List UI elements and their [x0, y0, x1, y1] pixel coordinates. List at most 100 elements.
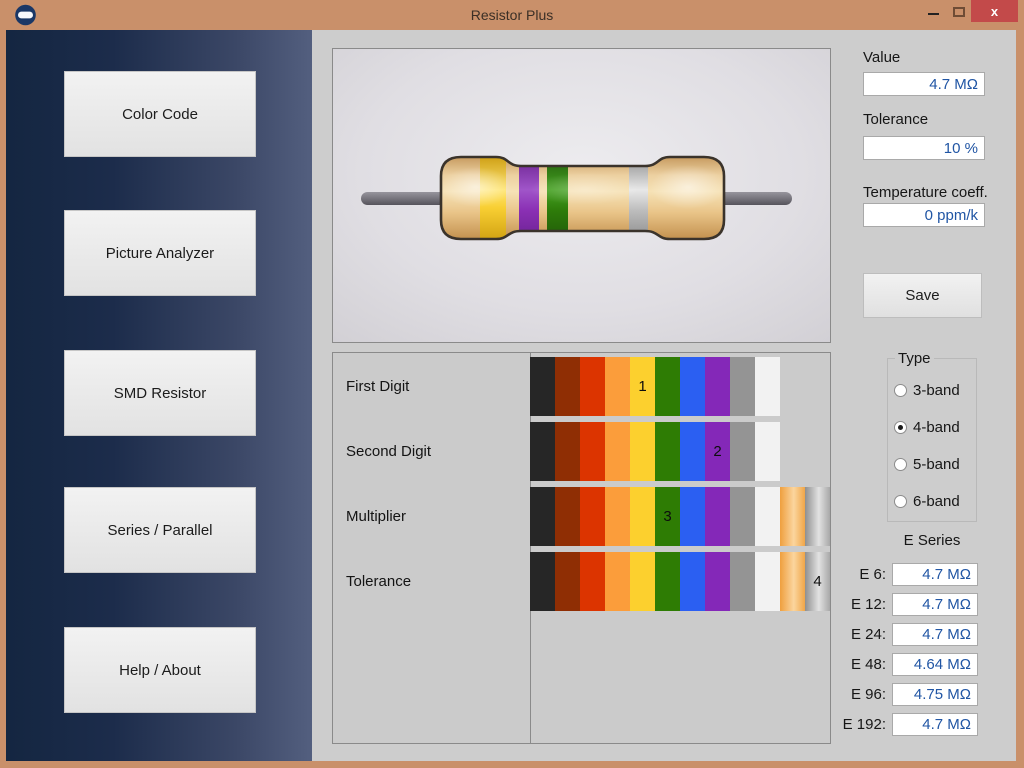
e-series-field-e-24[interactable] — [892, 623, 978, 646]
tolerance-color-red[interactable] — [580, 552, 605, 611]
radio-6-band[interactable]: 6-band — [894, 493, 960, 509]
save-button[interactable]: Save — [863, 273, 982, 318]
tolerance-field[interactable] — [863, 136, 985, 160]
multiplier-color-green[interactable]: 3 — [655, 487, 680, 546]
multiplier-color-brown[interactable] — [555, 487, 580, 546]
value-label: Value — [863, 49, 900, 66]
e-series-field-e-192[interactable] — [892, 713, 978, 736]
second-digit-color-brown[interactable] — [555, 422, 580, 481]
band-row-strips-second-digit: 2 — [530, 422, 780, 481]
e-series-label-e-192: E 192: — [800, 716, 886, 733]
first-digit-color-white[interactable] — [755, 357, 780, 416]
tolerance-color-violet[interactable] — [705, 552, 730, 611]
second-digit-color-violet[interactable]: 2 — [705, 422, 730, 481]
e-series-field-e-6[interactable] — [892, 563, 978, 586]
tolerance-color-blue[interactable] — [680, 552, 705, 611]
radio-label-5-band: 5-band — [913, 456, 960, 473]
tolerance-label: Tolerance — [863, 111, 928, 128]
close-icon: x — [991, 4, 998, 19]
sidebar: Color Code Picture Analyzer SMD Resistor Se… — [6, 30, 312, 761]
e-series-title: E Series — [887, 532, 977, 549]
first-digit-color-orange[interactable] — [605, 357, 630, 416]
second-digit-color-grey[interactable] — [730, 422, 755, 481]
first-digit-color-red[interactable] — [580, 357, 605, 416]
radio-circle-3-band[interactable] — [894, 384, 907, 397]
radio-label-3-band: 3-band — [913, 382, 960, 399]
app-window: Resistor Plus x Color Code Picture Analyz… — [0, 0, 1024, 768]
e-series-field-e-12[interactable] — [892, 593, 978, 616]
multiplier-color-blue[interactable] — [680, 487, 705, 546]
resistor-band-violet — [519, 149, 539, 249]
first-digit-color-black[interactable] — [530, 357, 555, 416]
minimize-button[interactable] — [920, 0, 946, 22]
first-digit-color-brown[interactable] — [555, 357, 580, 416]
band-row-strips-first-digit: 1 — [530, 357, 780, 416]
selected-band-marker: 1 — [630, 357, 655, 416]
resistor-illustration — [333, 49, 830, 342]
sidebar-button-smd-resistor[interactable]: SMD Resistor — [64, 350, 256, 436]
title-bar: Resistor Plus x — [0, 0, 1024, 30]
first-digit-color-blue[interactable] — [680, 357, 705, 416]
temperature-coeff-field[interactable] — [863, 203, 985, 227]
multiplier-color-gold[interactable] — [780, 487, 805, 546]
sidebar-button-series-parallel[interactable]: Series / Parallel — [64, 487, 256, 573]
sidebar-button-picture-analyzer[interactable]: Picture Analyzer — [64, 210, 256, 296]
multiplier-color-orange[interactable] — [605, 487, 630, 546]
multiplier-color-grey[interactable] — [730, 487, 755, 546]
window-title: Resistor Plus — [0, 0, 1024, 30]
multiplier-color-violet[interactable] — [705, 487, 730, 546]
close-button[interactable]: x — [971, 0, 1018, 22]
value-field[interactable] — [863, 72, 985, 96]
sidebar-button-color-code[interactable]: Color Code — [64, 71, 256, 157]
first-digit-color-grey[interactable] — [730, 357, 755, 416]
e-series-label-e-96: E 96: — [800, 686, 886, 703]
e-series-label-e-6: E 6: — [800, 566, 886, 583]
tolerance-color-brown[interactable] — [555, 552, 580, 611]
second-digit-color-white[interactable] — [755, 422, 780, 481]
resistor-band-silver — [629, 149, 648, 249]
tolerance-color-grey[interactable] — [730, 552, 755, 611]
type-groupbox-legend: Type — [895, 350, 934, 367]
band-row-label-second-digit: Second Digit — [346, 422, 431, 481]
maximize-icon — [953, 7, 965, 17]
multiplier-color-white[interactable] — [755, 487, 780, 546]
tolerance-color-white[interactable] — [755, 552, 780, 611]
temperature-coeff-label: Temperature coeff. — [863, 184, 988, 201]
band-row-label-tolerance: Tolerance — [346, 552, 411, 611]
tolerance-color-orange[interactable] — [605, 552, 630, 611]
tolerance-color-green[interactable] — [655, 552, 680, 611]
band-selector-panel: First Digit 1 Second Digit 2 Multiplier 3 Tole… — [332, 352, 831, 744]
radio-circle-4-band[interactable] — [894, 421, 907, 434]
first-digit-color-yellow[interactable]: 1 — [630, 357, 655, 416]
multiplier-color-red[interactable] — [580, 487, 605, 546]
second-digit-color-black[interactable] — [530, 422, 555, 481]
second-digit-color-blue[interactable] — [680, 422, 705, 481]
e-series-label-e-24: E 24: — [800, 626, 886, 643]
multiplier-color-silver[interactable] — [805, 487, 830, 546]
selected-band-marker: 3 — [655, 487, 680, 546]
radio-5-band[interactable]: 5-band — [894, 456, 960, 472]
sidebar-button-help-about[interactable]: Help / About — [64, 627, 256, 713]
band-row-label-multiplier: Multiplier — [346, 487, 406, 546]
multiplier-color-black[interactable] — [530, 487, 555, 546]
band-row-strips-tolerance: 4 — [530, 552, 830, 611]
tolerance-color-black[interactable] — [530, 552, 555, 611]
radio-circle-6-band[interactable] — [894, 495, 907, 508]
multiplier-color-yellow[interactable] — [630, 487, 655, 546]
second-digit-color-yellow[interactable] — [630, 422, 655, 481]
first-digit-color-green[interactable] — [655, 357, 680, 416]
maximize-button[interactable] — [946, 0, 972, 22]
radio-3-band[interactable]: 3-band — [894, 382, 960, 398]
tolerance-color-yellow[interactable] — [630, 552, 655, 611]
second-digit-color-green[interactable] — [655, 422, 680, 481]
second-digit-color-orange[interactable] — [605, 422, 630, 481]
band-row-label-first-digit: First Digit — [346, 357, 409, 416]
first-digit-color-violet[interactable] — [705, 357, 730, 416]
second-digit-color-red[interactable] — [580, 422, 605, 481]
radio-4-band[interactable]: 4-band — [894, 419, 960, 435]
radio-circle-5-band[interactable] — [894, 458, 907, 471]
selected-band-marker: 2 — [705, 422, 730, 481]
resistor-lead-left — [361, 192, 453, 205]
e-series-field-e-48[interactable] — [892, 653, 978, 676]
e-series-field-e-96[interactable] — [892, 683, 978, 706]
